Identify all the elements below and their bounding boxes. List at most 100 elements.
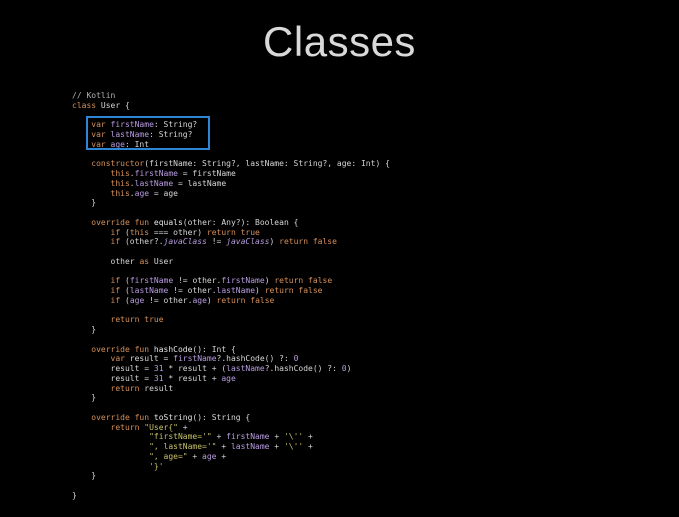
code-token: other [72, 256, 140, 266]
code-token: override fun [91, 412, 154, 422]
code-token: (): String { [192, 412, 251, 422]
slide-title: Classes [263, 18, 416, 65]
code-line: ", lastName='" + lastName + '\'' + [72, 442, 390, 452]
code-token: if [110, 237, 125, 247]
code-line: } [72, 471, 390, 481]
code-token: return true [110, 315, 164, 325]
code-line: if (lastName != other.lastName) return f… [72, 286, 390, 296]
code-token: override fun [91, 344, 154, 354]
code-token: + [216, 451, 227, 461]
code-token: firstName [129, 276, 174, 286]
code-line: } [72, 393, 390, 403]
code-line: this.age = age [72, 189, 390, 199]
code-token: class [72, 100, 97, 110]
code-token: this [110, 188, 130, 198]
code-token: var [110, 354, 130, 364]
code-token: ?.hashCode() ?: [216, 354, 294, 364]
code-token: hashCode [153, 344, 193, 354]
code-line: return result [72, 384, 390, 394]
code-token: age [134, 188, 150, 198]
code-token: lastName [226, 364, 265, 373]
code-line: var result = firstName?.hashCode() ?: 0 [72, 354, 390, 364]
code-token: = lastName [173, 178, 227, 188]
code-token: = firstName [177, 169, 236, 178]
code-token: return false [264, 286, 323, 295]
code-line: // Kotlin [72, 91, 390, 101]
code-token: ) [255, 286, 265, 295]
code-token: firstName [134, 169, 178, 178]
code-line: return "User{" + [72, 423, 390, 433]
code-token: "User{" [144, 422, 178, 432]
code-line: result = 31 * result + age [72, 374, 390, 384]
code-token: override fun [91, 217, 154, 227]
code-block: // Kotlin class User { var firstName: Str… [72, 91, 390, 501]
code-token: lastName [230, 442, 270, 451]
code-token: firstName [221, 276, 265, 286]
code-token: + [187, 451, 203, 461]
code-token: firstName [173, 354, 217, 364]
code-token: 31 [153, 373, 164, 383]
code-line: "firstName='" + firstName + '\'' + [72, 432, 390, 442]
code-token: result = [72, 373, 154, 383]
code-token: return [110, 422, 145, 432]
code-token: ", lastName='" [149, 442, 217, 451]
code-token: this [110, 178, 130, 188]
code-token: != other. [144, 295, 193, 305]
code-token: lastName [216, 286, 256, 295]
code-token: (other: Any?): Boolean { [182, 217, 299, 227]
code-token: age [202, 451, 217, 461]
code-token: if [110, 276, 125, 286]
code-line: override fun hashCode(): Int { [72, 345, 390, 355]
highlight-box [86, 116, 210, 150]
code-token: ) [206, 295, 217, 305]
code-token: + [269, 442, 284, 451]
code-token: (other?. [124, 237, 164, 247]
code-token: * result + ( [163, 364, 227, 373]
code-token: ?.hashCode() ?: [264, 364, 342, 373]
code-token: ", age=" [149, 451, 188, 461]
code-token: + [177, 422, 188, 432]
code-line: if (age != other.age) return false [72, 296, 390, 306]
code-token: } [72, 198, 97, 208]
code-line: override fun equals(other: Any?): Boolea… [72, 218, 390, 228]
code-line: this.lastName = lastName [72, 179, 390, 189]
code-token: != other. [173, 276, 222, 286]
code-token: return false [216, 295, 275, 305]
code-token: + [303, 442, 313, 451]
code-token: result = [129, 354, 174, 364]
code-token: ) [269, 237, 280, 247]
code-token: this [110, 169, 130, 178]
code-line: result = 31 * result + (lastName?.hashCo… [72, 364, 390, 374]
code-token: (firstName: String?, lastName: String?, … [144, 159, 390, 169]
code-token: User [153, 256, 174, 266]
code-token: + [303, 432, 313, 442]
code-token: 0 [293, 354, 299, 364]
code-token: User { [96, 100, 130, 110]
code-token: != [206, 237, 227, 247]
code-token: result [144, 383, 174, 393]
code-token: lastName [129, 286, 169, 295]
code-token: this [129, 227, 150, 237]
code-token: } [72, 325, 97, 334]
code-line: if (other?.javaClass != javaClass) retur… [72, 237, 390, 247]
code-line: if (this === other) return true [72, 228, 390, 238]
code-token: 31 [153, 364, 164, 373]
